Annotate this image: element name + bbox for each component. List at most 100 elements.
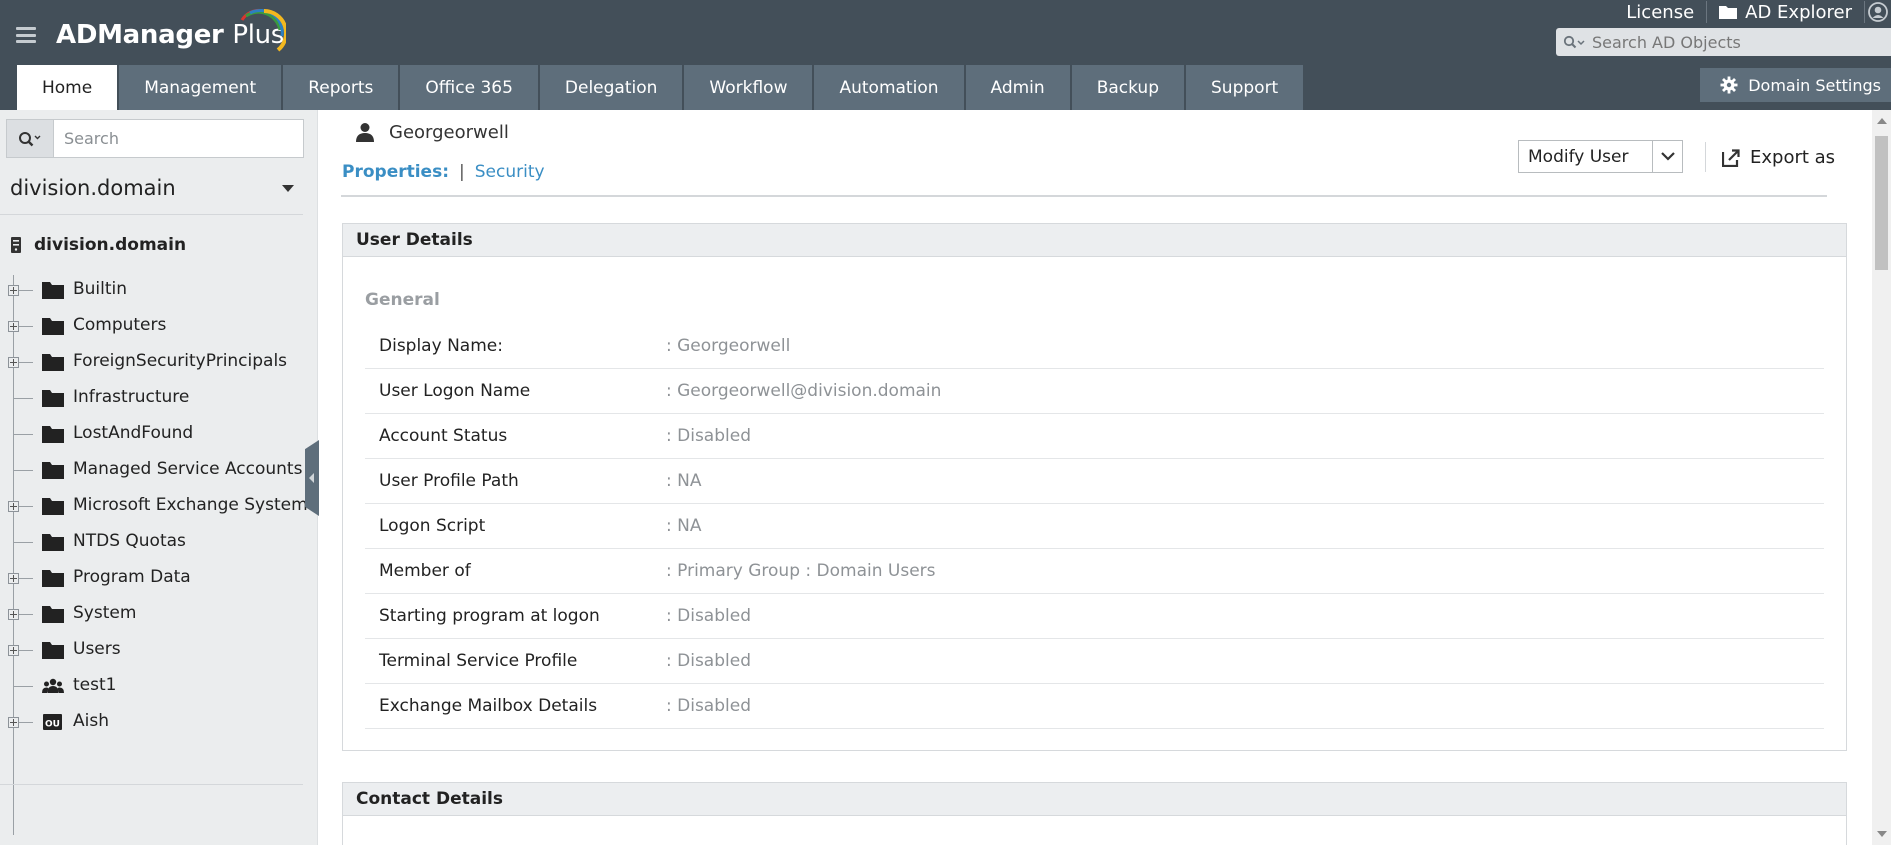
tab-automation[interactable]: Automation: [814, 65, 964, 110]
scroll-up-icon[interactable]: [1877, 118, 1887, 124]
security-tab[interactable]: Security: [475, 162, 545, 182]
tree-item-label: Managed Service Accounts: [73, 459, 303, 479]
detail-row: Display Name:: Georgeorwell: [365, 324, 1824, 369]
user-icon: [356, 123, 374, 142]
main-nav-tabs: Home Management Reports Office 365 Deleg…: [17, 65, 1304, 110]
export-as-label: Export as: [1750, 147, 1836, 168]
tab-workflow[interactable]: Workflow: [684, 65, 813, 110]
detail-row: Logon Script: NA: [365, 504, 1824, 549]
tree-item-lostandfound[interactable]: LostAndFound: [0, 416, 310, 452]
expand-icon[interactable]: [8, 609, 19, 620]
tree-item-infrastructure[interactable]: Infrastructure: [0, 380, 310, 416]
tree-item-program-data[interactable]: Program Data: [0, 560, 310, 596]
expand-icon[interactable]: [8, 321, 19, 332]
detail-label: User Logon Name: [379, 381, 531, 401]
domain-select-value: division.domain: [10, 176, 176, 200]
tree-item-ntds-quotas[interactable]: NTDS Quotas: [0, 524, 310, 560]
tree-item-builtin[interactable]: Builtin: [0, 272, 310, 308]
export-icon: [1722, 148, 1740, 167]
tree-item-managed-service-accounts[interactable]: Managed Service Accounts: [0, 452, 310, 488]
scroll-down-icon[interactable]: [1877, 831, 1887, 837]
expand-icon[interactable]: [8, 285, 19, 296]
modify-user-select[interactable]: Modify User: [1518, 140, 1683, 173]
properties-tab[interactable]: Properties:: [342, 162, 449, 182]
detail-value: : Disabled: [666, 426, 751, 446]
object-name: Georgeorwell: [389, 121, 509, 143]
tree-root[interactable]: division.domain: [10, 233, 186, 257]
detail-row: Member of : Primary Group : Domain Users: [365, 549, 1824, 594]
tree-item-microsoft-exchange-system[interactable]: Microsoft Exchange System: [0, 488, 310, 524]
detail-label: Display Name:: [379, 336, 503, 356]
app-logo[interactable]: ADManager Plus: [56, 8, 286, 54]
link-separator: |: [459, 162, 465, 182]
tab-office-365[interactable]: Office 365: [400, 65, 538, 110]
user-account-icon[interactable]: [1865, 0, 1891, 24]
caret-down-icon: [282, 184, 294, 192]
tree-item-aish[interactable]: OU Aish: [0, 704, 310, 740]
domain-settings-button[interactable]: Domain Settings: [1700, 68, 1891, 102]
tab-admin[interactable]: Admin: [965, 65, 1070, 110]
sidebar-divider: [0, 784, 303, 785]
folder-icon: [42, 390, 64, 407]
search-icon[interactable]: [1556, 28, 1592, 56]
folder-icon: [42, 570, 64, 587]
panel-title: Contact Details: [343, 783, 1846, 816]
detail-value: : Disabled: [666, 651, 751, 671]
folder-icon: [42, 426, 64, 443]
sidebar-search-input[interactable]: [53, 119, 304, 158]
panel-title: User Details: [343, 224, 1846, 257]
expand-icon[interactable]: [8, 573, 19, 584]
property-links: Properties: | Security: [342, 162, 545, 182]
tree-item-computers[interactable]: Computers: [0, 308, 310, 344]
tab-backup[interactable]: Backup: [1071, 65, 1185, 110]
expand-icon[interactable]: [8, 501, 19, 512]
tab-management[interactable]: Management: [119, 65, 282, 110]
tab-reports[interactable]: Reports: [283, 65, 399, 110]
detail-rows: Display Name:: Georgeorwell User Logon N…: [365, 324, 1824, 729]
ad-objects-search-input[interactable]: [1592, 32, 1882, 52]
tree-item-label: ForeignSecurityPrincipals: [73, 351, 288, 371]
detail-value: : Primary Group : Domain Users: [666, 561, 936, 581]
detail-value: : NA: [666, 471, 702, 491]
expand-icon[interactable]: [8, 645, 19, 656]
sidebar-divider: [0, 214, 303, 215]
tree-item-label: test1: [73, 675, 117, 695]
tab-support[interactable]: Support: [1186, 65, 1304, 110]
tree-item-label: NTDS Quotas: [73, 531, 186, 551]
tree-item-label: Builtin: [73, 279, 128, 299]
expand-icon[interactable]: [8, 717, 19, 728]
detail-label: Logon Script: [379, 516, 486, 536]
detail-row: User Profile Path: NA: [365, 459, 1824, 504]
hamburger-menu-icon[interactable]: [16, 25, 36, 45]
contact-details-panel: Contact Details: [342, 782, 1847, 845]
tree-item-test1[interactable]: test1: [0, 668, 310, 704]
top-links: License AD Explorer: [1614, 0, 1891, 24]
user-details-panel: User Details General Display Name:: Geor…: [342, 223, 1847, 751]
domain-settings-label: Domain Settings: [1748, 75, 1881, 95]
content-divider: [341, 195, 1827, 197]
top-header: ADManager Plus License AD Explorer Home …: [0, 0, 1891, 110]
license-link[interactable]: License: [1614, 0, 1706, 24]
chevron-down-icon[interactable]: [1652, 141, 1682, 172]
tree-item-system[interactable]: System: [0, 596, 310, 632]
tab-home[interactable]: Home: [17, 65, 118, 110]
tab-delegation[interactable]: Delegation: [539, 65, 683, 110]
svg-text:OU: OU: [45, 720, 60, 730]
tree-item-label: Computers: [73, 315, 167, 335]
folder-icon: [42, 642, 64, 659]
expand-icon[interactable]: [8, 357, 19, 368]
export-as-button[interactable]: Export as: [1722, 147, 1835, 168]
sidebar-collapse-handle[interactable]: [305, 440, 319, 516]
tree-item-foreignsecurityprincipals[interactable]: ForeignSecurityPrincipals: [0, 344, 310, 380]
scroll-thumb[interactable]: [1875, 136, 1888, 270]
tree-item-users[interactable]: Users: [0, 632, 310, 668]
page-scrollbar[interactable]: [1872, 110, 1891, 845]
domain-select[interactable]: division.domain: [10, 168, 300, 208]
search-icon[interactable]: [6, 119, 53, 158]
detail-row: Exchange Mailbox Details: Disabled: [365, 684, 1824, 729]
detail-label: Terminal Service Profile: [379, 651, 578, 671]
ad-explorer-link[interactable]: AD Explorer: [1707, 0, 1864, 24]
folder-icon: [42, 282, 64, 299]
ad-objects-search: [1556, 28, 1891, 56]
detail-label: Member of: [379, 561, 471, 581]
